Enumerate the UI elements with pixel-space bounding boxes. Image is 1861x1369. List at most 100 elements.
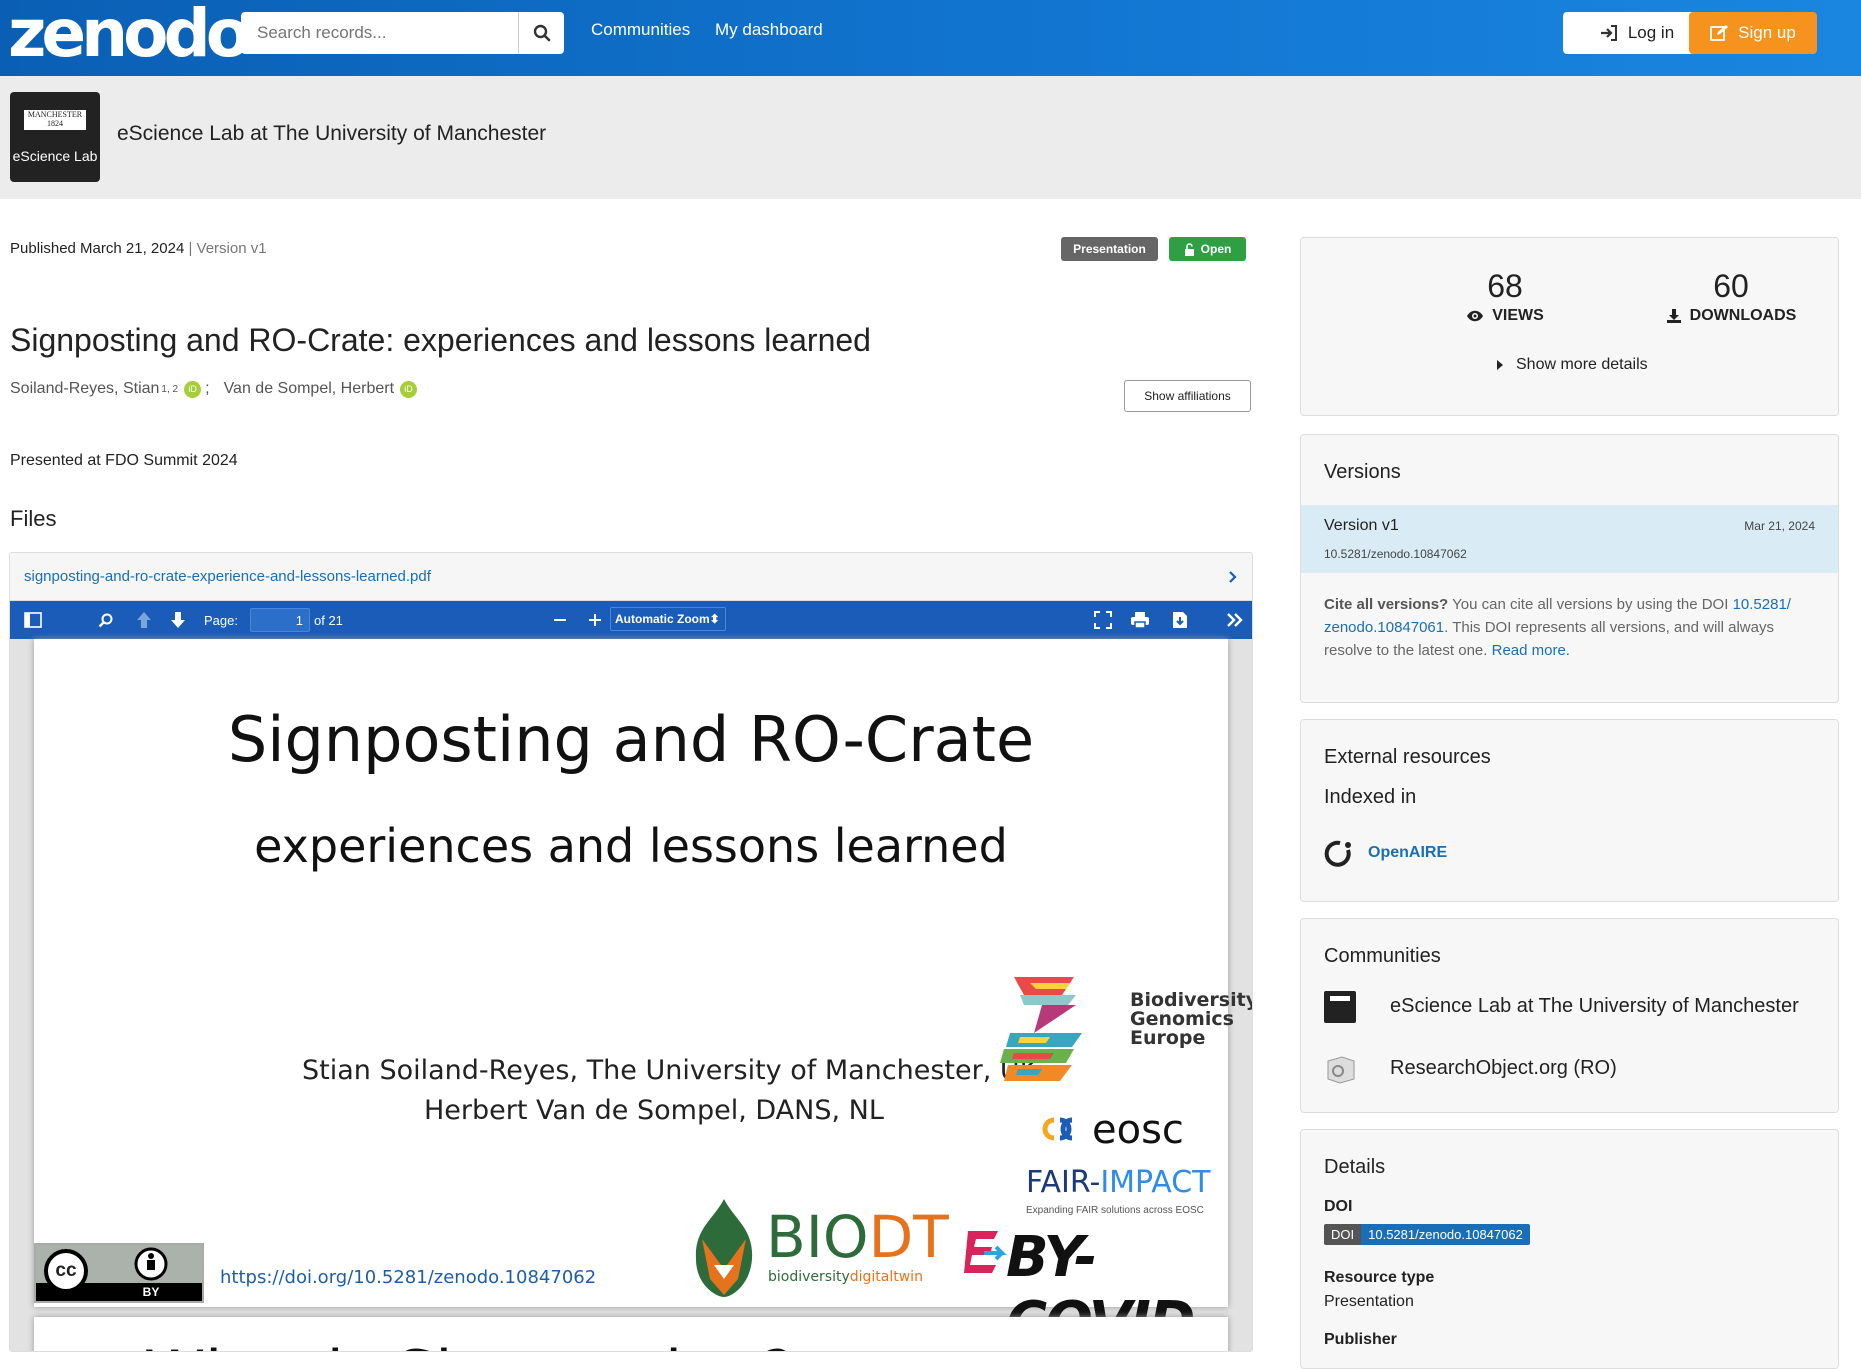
slide-authors-line2: Herbert Van de Sompel, DANS, NL: [424, 1095, 884, 1126]
community-item[interactable]: eScience Lab at The University of Manche…: [1390, 995, 1799, 1018]
community-logo-text: eScience Lab: [12, 148, 98, 164]
sidebar-toggle-icon[interactable]: [24, 612, 42, 628]
slide-subtitle: experiences and lessons learned: [254, 819, 1008, 873]
select-arrows-icon: ⬍: [709, 612, 720, 626]
versions-heading: Versions: [1324, 461, 1401, 483]
edit-icon: [1710, 25, 1729, 41]
resource-type-label: Resource type: [1324, 1269, 1435, 1286]
fair-impact-tagline: Expanding FAIR solutions across EOSC: [1026, 1205, 1204, 1216]
orcid-icon[interactable]: iD: [184, 380, 202, 398]
sign-in-icon: [1600, 25, 1617, 41]
show-affiliations-button[interactable]: Show affiliations: [1124, 380, 1251, 412]
bge-text: Biodiversity Genomics Europe: [1130, 989, 1253, 1049]
search-box: [241, 12, 564, 54]
print-icon[interactable]: [1130, 611, 1150, 629]
details-card: Details DOI DOI 10.5281/zenodo.10847062 R…: [1300, 1129, 1839, 1369]
file-name-link[interactable]: signposting-and-ro-crate-experience-and-…: [24, 568, 431, 585]
read-more-link[interactable]: Read more.: [1492, 642, 1570, 659]
page-number-input[interactable]: 1: [250, 608, 310, 632]
version-item[interactable]: Version v1 Mar 21, 2024 10.5281/zenodo.1…: [1301, 505, 1838, 573]
concept-doi-link-a[interactable]: 10.5281/: [1733, 596, 1791, 613]
author-separator: ;: [205, 380, 210, 397]
views-label: VIEWS: [1492, 307, 1544, 324]
cite-all-versions: Cite all versions? You can cite all vers…: [1324, 596, 1791, 659]
download-icon: [1666, 309, 1681, 323]
file-preview: signposting-and-ro-crate-experience-and-…: [9, 552, 1253, 1352]
fullscreen-icon[interactable]: [1094, 611, 1112, 629]
signup-label: Sign up: [1738, 23, 1796, 42]
nav-my-dashboard[interactable]: My dashboard: [715, 20, 823, 40]
files-heading: Files: [10, 506, 57, 531]
cc-by-badge: cc BY: [34, 1243, 204, 1303]
resource-type-badge: Presentation: [1061, 237, 1158, 261]
indexed-in-heading: Indexed in: [1324, 786, 1417, 808]
version-doi: 10.5281/zenodo.10847062: [1324, 547, 1467, 561]
fair-impact-logo: FAIR-IMPACT: [1026, 1165, 1211, 1200]
publication-info: Published March 21, 2024 | Version v1: [10, 240, 267, 257]
by-label: BY: [142, 1285, 160, 1299]
publisher-label: Publisher: [1324, 1331, 1397, 1348]
tools-icon[interactable]: [1226, 613, 1244, 627]
zoom-select[interactable]: Automatic Zoom⬍: [610, 607, 726, 631]
external-resources-heading: External resources: [1324, 746, 1491, 768]
concept-doi-link-b[interactable]: zenodo.10847061: [1324, 619, 1444, 636]
openaire-icon: [1324, 840, 1351, 867]
file-header[interactable]: signposting-and-ro-crate-experience-and-…: [10, 553, 1252, 601]
zenodo-logo[interactable]: zenodo: [8, 1, 251, 67]
external-resources-card: External resources Indexed in OpenAIRE: [1300, 719, 1839, 902]
pdf-page: Signposting and RO-Crate experiences and…: [34, 639, 1252, 1351]
person-icon: [134, 1247, 168, 1281]
community-name[interactable]: eScience Lab at The University of Manche…: [117, 122, 546, 146]
caret-right-icon: [1497, 360, 1503, 370]
next-page-icon[interactable]: [170, 611, 186, 629]
versions-card: Versions Version v1 Mar 21, 2024 10.5281…: [1300, 434, 1839, 703]
previous-page-icon[interactable]: [136, 611, 152, 629]
researchobject-icon: [1327, 1056, 1355, 1084]
eye-icon: [1467, 310, 1484, 322]
creators-list: Soiland-Reyes, Stian 1, 2 iD ; Van de So…: [10, 380, 418, 398]
search-button[interactable]: [518, 12, 564, 54]
author-link[interactable]: Van de Sompel, Herbert: [224, 380, 394, 398]
community-logo[interactable]: MANCHESTER 1824 eScience Lab: [10, 92, 100, 182]
author-link[interactable]: Soiland-Reyes, Stian: [10, 380, 159, 398]
published-date: Published March 21, 2024: [10, 240, 185, 257]
zoom-in-icon[interactable]: [588, 613, 602, 627]
bycovid-icon: [964, 1231, 1007, 1273]
biodt-text: BIODT: [766, 1203, 949, 1271]
slide-title: Signposting and RO-Crate: [227, 703, 1035, 776]
eosc-logo-icon: [1042, 1117, 1073, 1141]
stats-card: 68 VIEWS 60 DOWNLOADS Show more details: [1300, 237, 1839, 416]
find-icon[interactable]: [98, 612, 114, 628]
biodt-tagline: biodiversitydigitaltwin: [768, 1269, 923, 1285]
cc-icon: cc: [44, 1249, 88, 1293]
doi-label: DOI: [1324, 1198, 1353, 1215]
nav-communities[interactable]: Communities: [591, 20, 690, 40]
record-description: Presented at FDO Summit 2024: [10, 452, 238, 469]
signup-button[interactable]: Sign up: [1689, 12, 1817, 54]
slide-doi-link[interactable]: https://doi.org/10.5281/zenodo.10847062: [220, 1267, 596, 1288]
manchester-logo: MANCHESTER 1824: [24, 110, 86, 130]
chevron-right-icon[interactable]: [1228, 570, 1238, 584]
version-label: Version v1: [196, 240, 267, 257]
openaire-link[interactable]: OpenAIRE: [1368, 844, 1447, 862]
login-label: Log in: [1627, 23, 1675, 42]
community-item[interactable]: ResearchObject.org (RO): [1390, 1057, 1617, 1080]
orcid-icon[interactable]: iD: [400, 380, 418, 398]
download-icon[interactable]: [1172, 611, 1188, 629]
downloads-count: 60: [1713, 268, 1749, 304]
details-heading: Details: [1324, 1156, 1386, 1178]
pdf-viewer[interactable]: Signposting and RO-Crate experiences and…: [10, 639, 1252, 1351]
downloads-label: DOWNLOADS: [1689, 307, 1797, 324]
version-label[interactable]: Version v1: [1324, 517, 1399, 535]
views-stat: 68 VIEWS: [1405, 268, 1605, 325]
show-more-details[interactable]: Show more details: [1496, 356, 1648, 374]
zoom-out-icon[interactable]: [553, 613, 567, 627]
community-thumbnail: [1324, 991, 1356, 1023]
top-navbar: zenodo Communities My dashboard Log in S…: [0, 0, 1861, 76]
doi-badge[interactable]: DOI 10.5281/zenodo.10847062: [1324, 1224, 1530, 1245]
access-badge: Open: [1169, 237, 1246, 261]
unlock-icon: [1184, 242, 1194, 256]
bge-logo: [1000, 977, 1082, 1081]
search-icon: [533, 24, 550, 42]
search-input[interactable]: [241, 12, 518, 54]
